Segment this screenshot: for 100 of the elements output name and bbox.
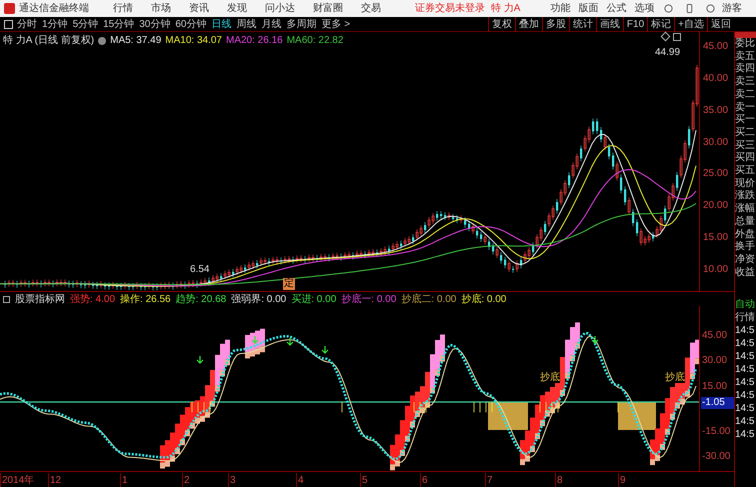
period-tab[interactable]: 5分钟 — [72, 16, 98, 32]
menu-item[interactable]: 交易 — [361, 2, 381, 14]
toolbar-button[interactable]: 复权 — [488, 16, 515, 32]
period-tab[interactable]: 分时 — [17, 16, 37, 32]
trade-time: 14:5 — [735, 363, 756, 376]
date-label: 1 — [120, 473, 128, 487]
stock-name: 特 力A — [491, 2, 520, 14]
menu-item[interactable]: 功能 — [550, 2, 570, 14]
indicator-axis-label: 45.00 — [701, 330, 728, 342]
indicator-value: 抄底: 0.00 — [461, 292, 506, 306]
menu-item[interactable]: 选项 — [634, 2, 654, 14]
price-axis-label: 15.00 — [703, 231, 728, 246]
menu-item[interactable]: 发现 — [227, 2, 247, 14]
quote-field-label: 总量 — [735, 216, 756, 229]
date-label: 12 — [48, 473, 62, 487]
trade-time: 14:5 — [735, 324, 756, 337]
date-label: 3 — [228, 473, 236, 487]
ma-value: MA5: 37.49 — [110, 34, 162, 48]
quote-tab[interactable]: 行情 — [735, 311, 756, 324]
price-axis-label: 25.00 — [703, 167, 728, 182]
indicator-value: 抄底一: 0.00 — [341, 292, 396, 306]
toolbar-button[interactable]: F10 — [622, 16, 648, 32]
period-tab[interactable]: 更多 > — [322, 16, 350, 32]
menu-item[interactable]: 财富圈 — [313, 2, 343, 14]
indicator-axis-label: -1.05 — [701, 397, 734, 409]
trade-time: 14:5 — [735, 337, 756, 350]
toolbar-button[interactable]: 多股 — [542, 16, 569, 32]
quote-field-label: 买二 — [735, 126, 756, 140]
quote-field-label: 涨幅 — [735, 203, 756, 216]
app-title: 通达信金融终端 — [19, 2, 89, 14]
period-tab[interactable]: 周线 — [236, 16, 256, 32]
indicator-value: 操作: 26.56 — [120, 292, 171, 306]
toolbar-button[interactable]: 标记 — [647, 16, 674, 32]
price-axis-label: 30.00 — [703, 136, 728, 150]
date-label: 4 — [296, 473, 304, 487]
quote-field-label: 收益 — [735, 266, 756, 279]
trade-time: 14:5 — [735, 350, 756, 363]
period-tab[interactable]: 30分钟 — [139, 16, 170, 32]
trade-time: 14:5 — [735, 389, 756, 402]
date-label: 2 — [182, 473, 190, 487]
quote-field-label: 卖二 — [735, 88, 756, 102]
ma-value: MA10: 34.07 — [165, 34, 222, 48]
quote-field-label: 买四 — [735, 152, 756, 165]
date-label: 8 — [555, 473, 563, 487]
price-axis-label: 20.00 — [703, 199, 728, 214]
menu-item[interactable]: 版面 — [578, 2, 598, 14]
indicator-value: 买进: 0.00 — [291, 292, 336, 306]
period-tab[interactable]: 15分钟 — [103, 16, 134, 32]
chart-title: 特 力A (日线 前复权) — [3, 34, 94, 48]
indicator-axis-label: -30.00 — [701, 451, 732, 463]
signal-tag: 抄底 — [665, 372, 685, 383]
quote-tab[interactable]: 自动 — [735, 298, 756, 311]
quote-field-label: 卖四 — [735, 63, 756, 76]
quote-field-label: 净资 — [735, 254, 756, 267]
period-tab[interactable]: 多周期 — [286, 16, 316, 32]
date-label: 2014年 — [0, 473, 34, 487]
price-axis-label: 35.00 — [703, 104, 728, 118]
ma-value: MA20: 26.16 — [226, 34, 283, 48]
toolbar-button[interactable]: +自选 — [674, 16, 707, 32]
trade-time: 14:5 — [735, 376, 756, 389]
quote-field-label: 卖三 — [735, 76, 756, 88]
low-price-label: 6.54 — [190, 264, 210, 275]
user-label: 游客 — [722, 2, 742, 14]
date-label: 9 — [618, 473, 626, 487]
toolbar-button[interactable]: 返回 — [707, 16, 734, 32]
trade-time: 14:5 — [735, 402, 756, 415]
quote-field-label: 卖一 — [735, 102, 756, 114]
period-tab[interactable]: 日线 — [212, 16, 232, 32]
toolbar-button[interactable]: 画线 — [596, 16, 623, 32]
indicator-title: 股票指标网 — [15, 292, 65, 306]
menu-item[interactable]: 市场 — [151, 2, 171, 14]
signal-tag: 抄底 — [540, 372, 560, 383]
quote-field-label: 买三 — [735, 140, 756, 152]
quote-field-label: 卖五 — [735, 50, 756, 62]
menu-item[interactable]: 资讯 — [189, 2, 209, 14]
toolbar-button[interactable]: 统计 — [568, 16, 596, 32]
menu-item[interactable]: 行情 — [113, 2, 133, 14]
date-label: 5 — [360, 473, 368, 487]
indicator-value: 强势: 4.00 — [70, 292, 116, 306]
price-axis-label: 45.00 — [703, 40, 728, 54]
indicator-value: 抄底二: 0.00 — [401, 292, 456, 306]
toolbar-button[interactable]: 叠加 — [514, 16, 542, 32]
quote-field-label: 买一 — [735, 114, 756, 127]
quote-field-label: 买五 — [735, 165, 756, 178]
quote-field-label: 换手 — [735, 241, 756, 254]
period-tab[interactable]: 1分钟 — [42, 16, 68, 32]
indicator-value: 趋势: 20.68 — [176, 292, 226, 306]
high-price-label: 44.99 — [655, 46, 680, 60]
quote-field-label: 外盘 — [735, 228, 756, 240]
date-label: 7 — [485, 473, 493, 487]
event-marker: 定 — [283, 278, 295, 290]
indicator-value: 强弱界: 0.00 — [231, 292, 286, 306]
trade-time: 14:5 — [735, 415, 756, 428]
indicator-axis-label: -15.00 — [701, 426, 732, 438]
period-tab[interactable]: 60分钟 — [175, 16, 206, 32]
menu-item[interactable]: 问小达 — [265, 2, 295, 14]
date-label: 6 — [420, 473, 428, 487]
period-tab[interactable]: 月线 — [262, 16, 282, 32]
menu-item[interactable]: 公式 — [606, 2, 626, 14]
price-axis-label: 10.00 — [703, 263, 728, 277]
